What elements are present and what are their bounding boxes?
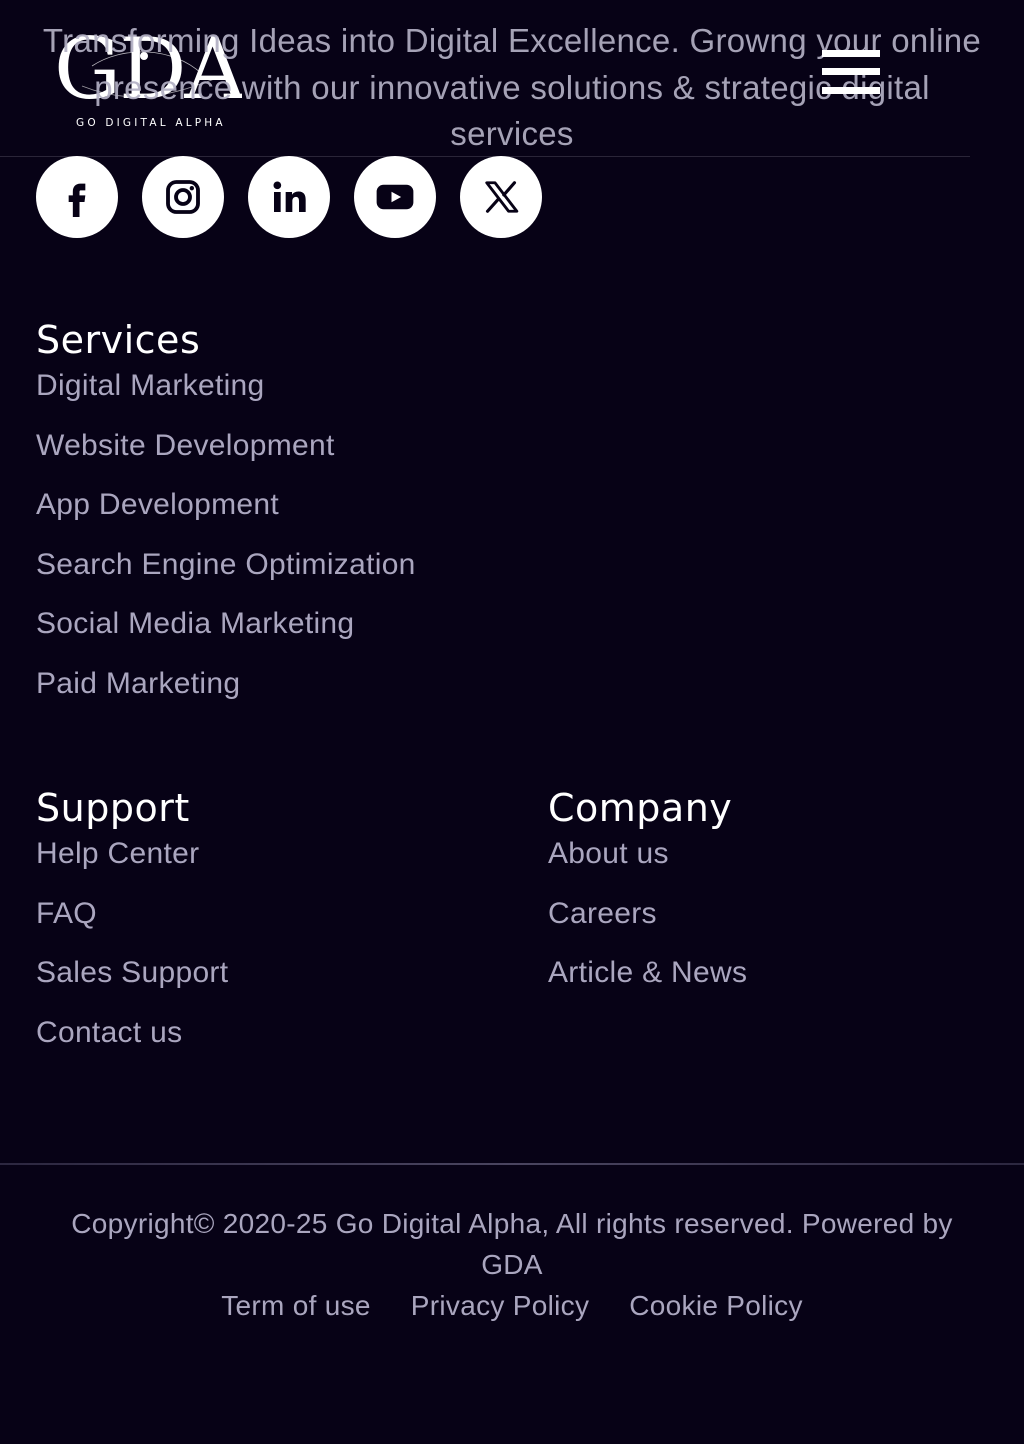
company-link[interactable]: Article & News [548, 956, 747, 989]
menu-bar-top [822, 50, 880, 57]
list-item: Paid Marketing [36, 666, 416, 726]
footer-divider [0, 1163, 1024, 1165]
legal-links: Term of use Privacy Policy Cookie Policy [0, 1286, 1024, 1326]
company-list: About us Careers Article & News [548, 836, 747, 1015]
facebook-icon [68, 183, 86, 217]
list-item: Search Engine Optimization [36, 547, 416, 607]
linkedin-link[interactable] [248, 156, 330, 238]
facebook-link[interactable] [36, 156, 118, 238]
support-link[interactable]: FAQ [36, 897, 97, 930]
term-of-use-link[interactable]: Term of use [221, 1286, 371, 1326]
footer-page: GDA GO DIGITAL ALPHA Transforming Ideas … [0, 0, 1024, 1444]
services-link[interactable]: Social Media Marketing [36, 607, 354, 640]
list-item: Careers [548, 896, 747, 956]
youtube-icon [376, 184, 414, 210]
list-item: FAQ [36, 896, 228, 956]
cookie-policy-link[interactable]: Cookie Policy [629, 1286, 803, 1326]
services-link[interactable]: Paid Marketing [36, 667, 240, 700]
list-item: Website Development [36, 428, 416, 488]
company-heading: Company [548, 786, 733, 830]
support-link[interactable]: Sales Support [36, 956, 228, 989]
services-link[interactable]: App Development [36, 488, 279, 521]
support-link[interactable]: Contact us [36, 1016, 182, 1049]
copyright-text: Copyright© 2020-25 Go Digital Alpha, All… [71, 1208, 953, 1280]
company-link[interactable]: Careers [548, 897, 657, 930]
list-item: Digital Marketing [36, 368, 416, 428]
support-heading: Support [36, 786, 190, 830]
privacy-policy-link[interactable]: Privacy Policy [411, 1286, 589, 1326]
list-item: Article & News [548, 955, 747, 1015]
services-link[interactable]: Website Development [36, 429, 335, 462]
services-link[interactable]: Search Engine Optimization [36, 548, 416, 581]
linkedin-icon [273, 181, 306, 212]
services-list: Digital Marketing Website Development Ap… [36, 368, 416, 725]
list-item: App Development [36, 487, 416, 547]
menu-bar-bottom [822, 87, 880, 94]
site-header: GDA GO DIGITAL ALPHA Transforming Ideas … [0, 0, 981, 157]
instagram-icon [166, 180, 200, 214]
x-twitter-icon [485, 181, 519, 213]
list-item: About us [548, 836, 747, 896]
list-item: Social Media Marketing [36, 606, 416, 666]
support-list: Help Center FAQ Sales Support Contact us [36, 836, 228, 1074]
company-link[interactable]: About us [548, 837, 669, 870]
instagram-link[interactable] [142, 156, 224, 238]
x-link[interactable] [460, 156, 542, 238]
hamburger-menu-icon[interactable] [822, 50, 880, 98]
youtube-link[interactable] [354, 156, 436, 238]
services-link[interactable]: Digital Marketing [36, 369, 265, 402]
list-item: Contact us [36, 1015, 228, 1075]
list-item: Help Center [36, 836, 228, 896]
menu-bar-middle [822, 68, 880, 75]
support-link[interactable]: Help Center [36, 837, 199, 870]
list-item: Sales Support [36, 955, 228, 1015]
services-heading: Services [36, 318, 201, 362]
